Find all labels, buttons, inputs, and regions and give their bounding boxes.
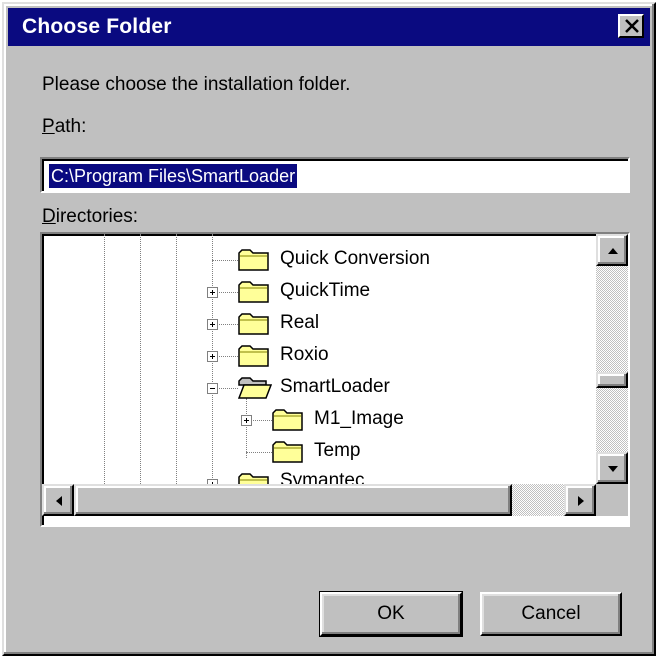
choose-folder-dialog: Choose Folder Please choose the installa… — [2, 2, 656, 656]
scroll-right-button[interactable] — [564, 484, 596, 516]
ok-button[interactable]: OK — [319, 591, 463, 637]
tree-guide-line — [140, 234, 141, 484]
tree-item-label[interactable]: Temp — [314, 440, 360, 462]
directory-tree[interactable]: Quick Conversion QuickTime Real Roxio Sm… — [40, 232, 630, 527]
horizontal-scroll-thumb[interactable] — [74, 484, 512, 516]
folder-icon — [272, 441, 303, 463]
close-icon — [625, 19, 639, 33]
folder-icon — [238, 345, 269, 367]
expand-icon[interactable] — [207, 351, 218, 362]
tree-connector-line — [246, 398, 247, 458]
tree-item-label[interactable]: Real — [280, 312, 319, 334]
folder-icon — [238, 313, 269, 335]
expand-icon[interactable] — [241, 415, 252, 426]
scroll-down-button[interactable] — [596, 452, 628, 484]
instruction-text: Please choose the installation folder. — [42, 74, 351, 95]
folder-icon — [238, 249, 269, 271]
directories-label-text: irectories: — [55, 206, 139, 227]
arrow-up-icon — [608, 248, 618, 254]
expand-icon[interactable] — [207, 319, 218, 330]
path-label-accelerator: P — [42, 116, 55, 137]
horizontal-scrollbar[interactable] — [42, 484, 596, 516]
tree-item-label[interactable]: QuickTime — [280, 280, 370, 302]
scroll-up-button[interactable] — [596, 234, 628, 266]
path-input[interactable]: C:\Program Files\SmartLoader — [40, 157, 630, 193]
close-button[interactable] — [618, 14, 644, 38]
collapse-icon[interactable] — [207, 383, 218, 394]
tree-branch-line — [212, 260, 238, 261]
tree-guide-line — [104, 234, 105, 484]
expand-icon[interactable] — [207, 287, 218, 298]
cancel-button[interactable]: Cancel — [480, 592, 622, 636]
vertical-scroll-track[interactable] — [596, 266, 628, 452]
directories-label-accelerator: D — [42, 206, 56, 227]
tree-guide-line — [176, 234, 177, 484]
dialog-title: Choose Folder — [22, 15, 172, 38]
open-folder-icon — [238, 377, 272, 399]
vertical-scroll-thumb[interactable] — [596, 372, 628, 388]
directories-label: Directories: — [42, 206, 138, 228]
arrow-down-icon — [608, 466, 618, 472]
folder-icon — [238, 281, 269, 303]
scroll-left-button[interactable] — [42, 484, 74, 516]
tree-item-label[interactable]: Roxio — [280, 344, 329, 366]
title-bar[interactable]: Choose Folder — [8, 8, 650, 46]
path-label-text: ath: — [54, 116, 87, 137]
tree-branch-line — [246, 452, 272, 453]
path-label: Path: — [42, 116, 86, 138]
folder-icon — [272, 409, 303, 431]
tree-item-label[interactable]: SmartLoader — [280, 376, 390, 398]
arrow-left-icon — [56, 496, 62, 506]
tree-item-label[interactable]: Symantec — [280, 470, 364, 484]
folder-icon — [238, 473, 269, 484]
scrollbar-corner — [596, 484, 628, 516]
path-input-value: C:\Program Files\SmartLoader — [49, 164, 298, 188]
tree-view-area[interactable]: Quick Conversion QuickTime Real Roxio Sm… — [42, 234, 596, 484]
tree-item-label[interactable]: Quick Conversion — [280, 248, 430, 270]
tree-item-label[interactable]: M1_Image — [314, 408, 404, 430]
arrow-right-icon — [578, 496, 584, 506]
vertical-scrollbar[interactable] — [596, 234, 628, 484]
